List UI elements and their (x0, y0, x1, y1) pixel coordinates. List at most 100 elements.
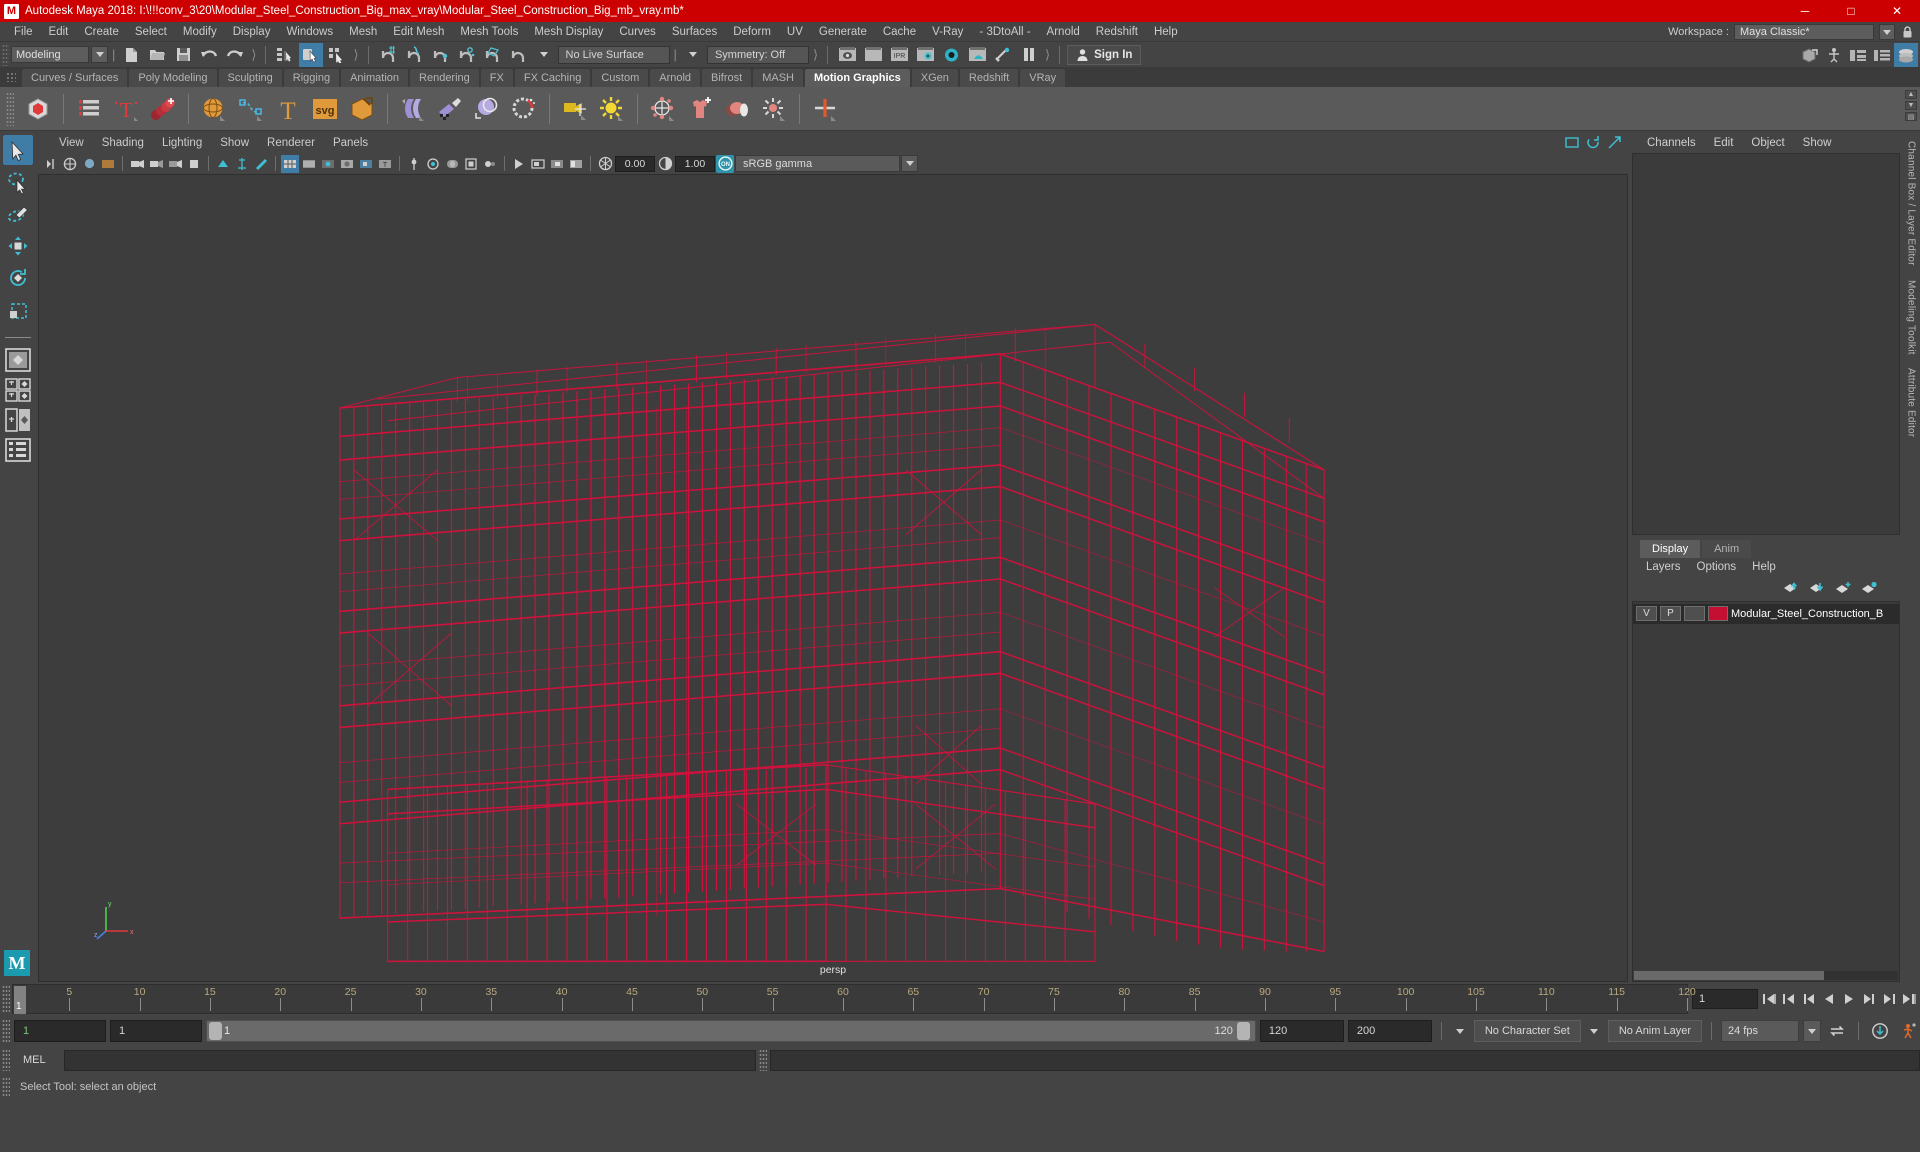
select-object-icon[interactable] (299, 42, 324, 67)
anim-layer-chevron-icon[interactable] (1585, 1020, 1604, 1042)
vtab-attribute-editor[interactable]: Attribute Editor (1906, 368, 1917, 437)
menu-generate[interactable]: Generate (811, 22, 875, 42)
layers-menu-help[interactable]: Help (1744, 558, 1784, 577)
open-scene-icon[interactable] (145, 43, 169, 67)
mash-outliner-icon[interactable] (72, 92, 106, 126)
pause-icon[interactable] (1017, 43, 1041, 67)
layers-menu-layers[interactable]: Layers (1638, 558, 1689, 577)
multisample-aa-icon[interactable] (462, 155, 480, 173)
render-sequence-icon[interactable] (861, 43, 885, 67)
mash-text-trail-icon[interactable]: T (109, 92, 143, 126)
playback-speed-select[interactable]: 24 fps (1721, 1020, 1799, 1042)
range-slider-grip[interactable] (2, 1019, 10, 1043)
shelf-tab-fx[interactable]: FX (480, 69, 513, 87)
gamma-field[interactable]: 1.00 (675, 155, 715, 172)
menu-display[interactable]: Display (225, 22, 279, 42)
rotate-tool[interactable] (3, 263, 33, 293)
animation-end-time-field[interactable]: 200 (1347, 1020, 1432, 1042)
menu-3dtoall[interactable]: - 3DtoAll - (971, 22, 1038, 42)
tab-anim-layers[interactable]: Anim (1702, 539, 1752, 558)
mash-deform-icon[interactable] (396, 92, 430, 126)
layer-visibility-toggle[interactable]: V (1636, 606, 1657, 621)
gamma-icon[interactable] (656, 155, 674, 173)
viewport-3d[interactable]: y x z persp (38, 174, 1628, 982)
ipr-render-icon[interactable]: IPR (887, 43, 911, 67)
shelf-tab-curves-surfaces[interactable]: Curves / Surfaces (22, 69, 128, 87)
mash-merge-icon[interactable] (808, 92, 842, 126)
outliner-persp-layout[interactable] (3, 436, 33, 464)
play-backwards-icon[interactable] (1819, 988, 1838, 1010)
layer-color-swatch[interactable] (1708, 606, 1728, 621)
new-layer-from-selected-icon[interactable] (1861, 581, 1878, 594)
mash-type-icon[interactable]: T (271, 92, 305, 126)
step-forward-keyframe-icon[interactable] (1879, 988, 1898, 1010)
new-layer-icon[interactable] (1835, 581, 1852, 594)
go-to-start-icon[interactable] (1759, 988, 1778, 1010)
xray-active-components-icon[interactable] (567, 155, 585, 173)
animation-preferences-icon[interactable] (1896, 1020, 1920, 1042)
exposure-field[interactable]: 0.00 (615, 155, 655, 172)
film-gate-icon[interactable] (214, 155, 232, 173)
layer-name[interactable]: Modular_Steel_Construction_B (1731, 608, 1883, 620)
isolate-select-icon[interactable] (510, 155, 528, 173)
save-scene-icon[interactable] (171, 43, 195, 67)
menu-select[interactable]: Select (127, 22, 175, 42)
mash-dynamics-icon[interactable] (146, 92, 180, 126)
menu-edit[interactable]: Edit (41, 22, 77, 42)
playback-loop-icon[interactable] (1825, 1020, 1849, 1042)
animation-start-time-field[interactable]: 1 (14, 1020, 106, 1042)
chevron-down-icon[interactable] (532, 43, 556, 67)
lock-icon[interactable] (1900, 24, 1914, 40)
viewport-menu-renderer[interactable]: Renderer (258, 133, 324, 153)
smooth-shade-selected-icon[interactable] (319, 155, 337, 173)
command-output-grip[interactable] (759, 1049, 767, 1071)
go-to-end-icon[interactable] (1899, 988, 1918, 1010)
mash-curve-icon[interactable] (234, 92, 268, 126)
shelf-tab-custom[interactable]: Custom (592, 69, 649, 87)
vtab-channel-box-layer-editor[interactable]: Channel Box / Layer Editor (1906, 141, 1917, 266)
symmetry-field[interactable]: Symmetry: Off (706, 45, 809, 64)
move-tool[interactable] (3, 231, 33, 261)
layer-list-horizontal-scrollbar[interactable] (1634, 971, 1898, 980)
snap-grid-icon[interactable] (376, 43, 400, 67)
undo-icon[interactable] (197, 43, 221, 67)
mash-explode-icon[interactable] (757, 92, 791, 126)
light-toggle-icon[interactable] (991, 43, 1015, 67)
exposure-icon[interactable] (596, 155, 614, 173)
step-back-frame-icon[interactable] (1799, 988, 1818, 1010)
viewport-menu-show[interactable]: Show (211, 133, 258, 153)
shelf-tab-mash[interactable]: MASH (753, 69, 803, 87)
select-camera-icon[interactable] (42, 155, 60, 173)
menu-create[interactable]: Create (76, 22, 127, 42)
maximize-button[interactable]: □ (1828, 0, 1874, 22)
help-line-grip[interactable] (2, 1077, 10, 1097)
mash-camera-icon[interactable] (558, 92, 592, 126)
menu-redshift[interactable]: Redshift (1088, 22, 1146, 42)
menu-surfaces[interactable]: Surfaces (664, 22, 725, 42)
menu-vray[interactable]: V-Ray (924, 22, 971, 42)
range-slider-bar[interactable]: 1 120 (206, 1020, 1256, 1042)
shelf-tab-fx-caching[interactable]: FX Caching (514, 69, 591, 87)
show-hide-attribute-editor-icon[interactable] (1822, 43, 1846, 67)
time-slider-grip[interactable] (2, 985, 10, 1013)
layer-stack-icon[interactable] (1894, 43, 1918, 67)
command-line-grip[interactable] (2, 1049, 10, 1071)
shelf-scroll-down-icon[interactable]: ▼ (1905, 101, 1917, 110)
mash-network-icon[interactable] (21, 92, 55, 126)
viewport-menu-view[interactable]: View (50, 133, 93, 153)
menu-help[interactable]: Help (1146, 22, 1186, 42)
wireframe-shading-icon[interactable] (281, 154, 299, 173)
viewport-menu-lighting[interactable]: Lighting (153, 133, 211, 153)
menu-cache[interactable]: Cache (875, 22, 924, 42)
texture-shading-icon[interactable] (357, 155, 375, 173)
xray-joints-icon[interactable] (548, 155, 566, 173)
character-set-field[interactable]: No Character Set (1473, 1020, 1581, 1042)
menu-edit-mesh[interactable]: Edit Mesh (385, 22, 452, 42)
hypershade-icon[interactable] (939, 43, 963, 67)
shelf-tab-motion-graphics[interactable]: Motion Graphics (805, 69, 910, 87)
channelbox-menu-object[interactable]: Object (1742, 133, 1793, 153)
shelf-tab-xgen[interactable]: XGen (911, 69, 958, 87)
render-view-icon[interactable] (965, 43, 989, 67)
viewport-menu-panels[interactable]: Panels (324, 133, 377, 153)
auto-key-icon[interactable] (1868, 1020, 1892, 1042)
